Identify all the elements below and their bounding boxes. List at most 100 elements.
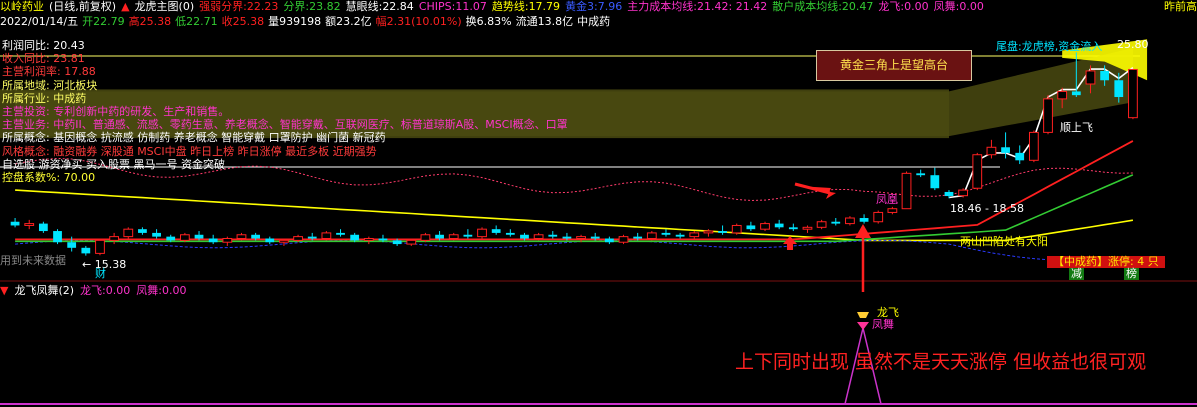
sub-down-arrow-icon: ▼ xyxy=(0,284,9,297)
bang-label: 榜 xyxy=(1124,267,1139,280)
candle-body xyxy=(788,227,798,230)
info-line: 所属行业: 中成药 xyxy=(2,91,87,105)
qiangruo-label: 强弱分界: xyxy=(199,0,247,13)
candle-body xyxy=(378,238,388,241)
zhuli-label: 主力成本均线: xyxy=(627,0,697,13)
sub-longfei-value: 0.00 xyxy=(105,284,131,297)
candle-body xyxy=(505,232,515,235)
float-value: 13.8亿 xyxy=(537,15,574,28)
candle-body xyxy=(336,232,345,235)
candle-body xyxy=(703,230,714,234)
sanhu-value: 20.47 xyxy=(841,0,874,13)
candle-body xyxy=(958,189,969,197)
sub-fengwu-label: 凤舞: xyxy=(136,284,162,297)
candle-body xyxy=(222,237,233,243)
candle-body xyxy=(944,191,954,197)
candle-body xyxy=(435,234,444,239)
qiangruo-value: 22.23 xyxy=(246,0,279,13)
low-value: 22.71 xyxy=(186,15,218,28)
info-line: 主营业务: 中药II、普通感、流感、零药生意、养老概念、智能穿戴、互联网医疗、标… xyxy=(2,118,568,132)
candle-body xyxy=(53,231,62,243)
candle-body xyxy=(675,234,685,237)
quote-date: 2022/01/14/五 xyxy=(0,15,79,28)
candle-body xyxy=(930,175,940,189)
candle-body xyxy=(1043,98,1053,133)
open-value: 22.79 xyxy=(93,15,125,28)
candle-body xyxy=(576,236,586,239)
candle-body xyxy=(1071,91,1081,96)
candle-body xyxy=(774,223,784,228)
candle-body xyxy=(718,231,727,233)
candle-body xyxy=(109,236,120,241)
info-line: 自选股 游资净买 买入股票 黑马一号 资金突破 xyxy=(2,157,225,171)
fenjie-label: 分界: xyxy=(283,0,310,13)
candle-body xyxy=(293,236,303,241)
candle-body xyxy=(420,234,431,241)
sanhu-label: 散户成本均线: xyxy=(772,0,842,13)
high-label: 高 xyxy=(128,15,140,28)
info-line: 利润同比: 20.43 xyxy=(2,39,85,52)
candle-body xyxy=(236,234,247,239)
liangshan-label: 两山凹陷处有大阳 xyxy=(960,235,1048,248)
high-value: 25.38 xyxy=(139,15,172,28)
chips-label: CHIPS: xyxy=(418,0,456,13)
candle-body xyxy=(10,221,20,226)
quote-header: 2022/01/14/五 开22.79 高25.38 低22.71 收25.38 量939… xyxy=(0,15,1197,29)
candle-body xyxy=(562,236,572,239)
indicator-name[interactable]: 龙虎主图(0) xyxy=(135,0,195,13)
candle-body xyxy=(1057,90,1068,100)
candle-body xyxy=(760,223,770,230)
candle-body xyxy=(646,232,657,239)
candle-body xyxy=(859,218,869,222)
candle-body xyxy=(251,234,261,239)
candle-body xyxy=(1114,80,1124,98)
open-label: 开 xyxy=(82,15,94,28)
sub-indicator-header: ▼ 龙飞凤舞(2) 龙飞:0.00 凤舞:0.00 xyxy=(0,284,193,298)
candle-body xyxy=(746,225,756,230)
candle-body xyxy=(1100,70,1110,81)
candle-body xyxy=(802,226,813,230)
turnover-label: 换 xyxy=(465,15,477,28)
candle-body xyxy=(81,247,91,254)
buy-arrow-icon xyxy=(783,236,797,250)
amount-label: 额 xyxy=(325,15,337,28)
candle-body xyxy=(1015,152,1025,161)
zhuli-value: 21.42 xyxy=(697,0,729,13)
candle-body xyxy=(463,234,473,237)
range-label: 18.46 - 18.58 xyxy=(950,202,1024,215)
shunshang-label: 顺上飞 xyxy=(1060,121,1093,134)
golden-triangle-box: 黄金三角上是望高台 xyxy=(816,50,972,81)
period-label[interactable]: (日线,前复权) xyxy=(49,0,116,13)
change-value: 2.31(10.01%) xyxy=(386,15,462,28)
zhuli-value-2: : 21.42 xyxy=(728,0,768,13)
fengwu-label: 凤舞: xyxy=(933,0,960,13)
candle-body xyxy=(138,229,147,233)
heart-icon xyxy=(857,322,869,330)
candle-body xyxy=(1128,68,1138,119)
huiyan-value: 22.84 xyxy=(382,0,414,13)
candle-body xyxy=(618,236,629,243)
candle-body xyxy=(548,234,558,237)
pointer-arrow-right xyxy=(798,186,836,199)
sub-indicator-name[interactable]: 龙飞凤舞(2) xyxy=(14,284,74,297)
candle-body xyxy=(38,223,48,232)
sub-longfei-label: 龙飞: xyxy=(80,284,106,297)
candle-body xyxy=(152,232,161,237)
sub-caption: 上下同时出现 虽然不是天天涨停 但收益也很可观 xyxy=(735,351,1147,373)
sector-limit-up-badge[interactable]: 【中成药】涨停: 4 只 xyxy=(1047,256,1165,268)
candle-body xyxy=(1085,70,1096,85)
huangjin-label: 黄金3: xyxy=(565,0,598,13)
candle-body xyxy=(95,239,105,254)
up-arrow-icon: ▲ xyxy=(121,0,130,13)
huangjin-value: 7.96 xyxy=(597,0,623,13)
longfei-value: 0.00 xyxy=(904,0,929,13)
qushi-label: 趋势线: xyxy=(491,0,529,13)
chips-value: 11.07 xyxy=(455,0,487,13)
float-label: 流通 xyxy=(515,15,538,28)
info-line: 主营利润率: 17.88 xyxy=(2,65,96,79)
weipan-value: 25.80 xyxy=(1117,38,1149,51)
low-label: 低 xyxy=(175,15,187,28)
stock-name[interactable]: 以岭药业 xyxy=(0,0,44,13)
candle-body xyxy=(986,146,997,156)
candle-body xyxy=(901,172,912,210)
